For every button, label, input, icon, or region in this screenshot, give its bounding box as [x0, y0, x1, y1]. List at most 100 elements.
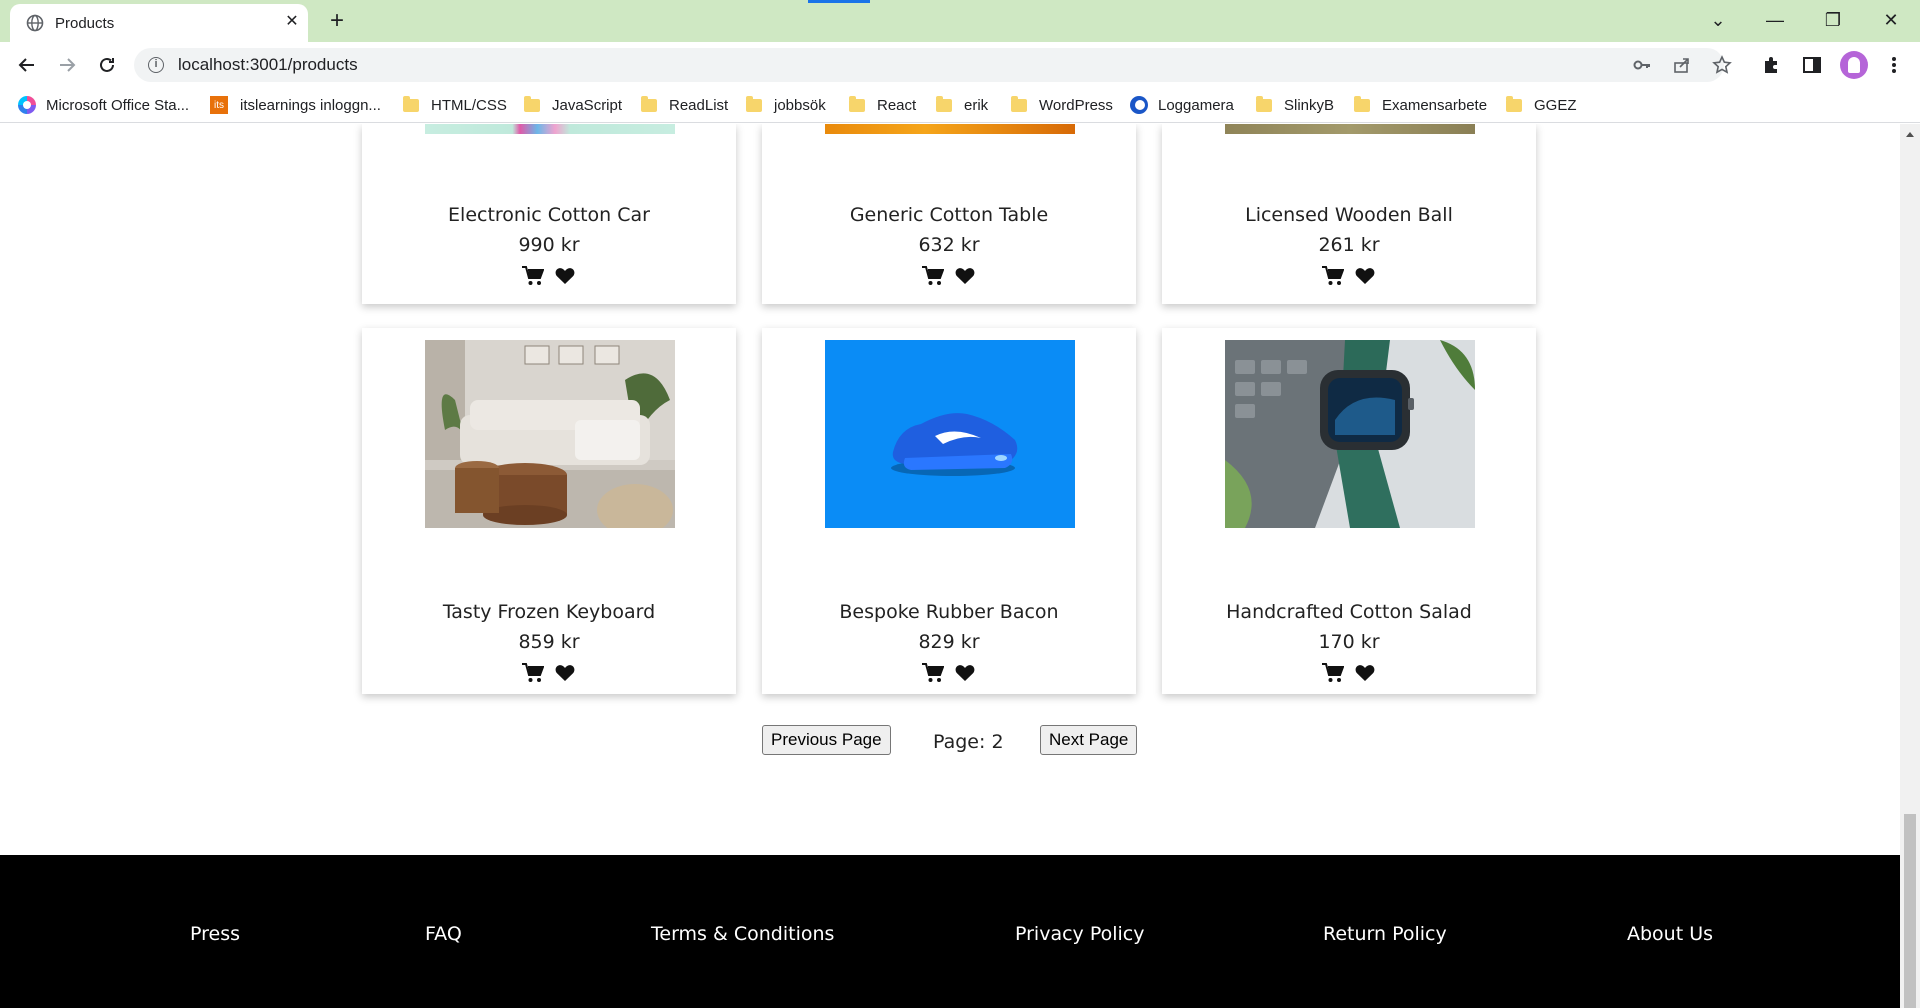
product-card[interactable]: Generic Cotton Table 632 kr [762, 124, 1136, 304]
share-icon[interactable] [1672, 55, 1692, 75]
product-name: Generic Cotton Table [849, 204, 1049, 226]
product-card[interactable]: Electronic Cotton Car 990 kr [362, 124, 736, 304]
product-actions [362, 265, 736, 287]
bookmark-folder-jobbsok[interactable]: jobbsök [746, 93, 826, 117]
folder-icon [1506, 95, 1522, 112]
bookmark-loggamera[interactable]: Loggamera [1130, 93, 1234, 117]
tab-search-icon[interactable]: ⌄ [1698, 6, 1738, 34]
favorite-heart-icon[interactable] [553, 662, 577, 684]
add-to-cart-icon[interactable] [921, 662, 945, 684]
bookmark-label: Loggamera [1158, 96, 1234, 114]
product-image[interactable] [825, 124, 1075, 134]
bookmark-label: Microsoft Office Sta... [46, 96, 190, 114]
bookmark-label: WordPress [1039, 96, 1113, 114]
scrollbar-thumb[interactable] [1904, 814, 1916, 1008]
bookmark-folder-slinkyb[interactable]: SlinkyB [1256, 93, 1334, 117]
product-card[interactable]: Tasty Frozen Keyboard 859 kr [362, 328, 736, 694]
next-page-button[interactable]: Next Page [1040, 725, 1138, 755]
profile-avatar[interactable] [1840, 51, 1868, 79]
favorite-heart-icon[interactable] [953, 265, 977, 287]
key-icon[interactable] [1632, 55, 1652, 75]
folder-icon [746, 95, 762, 112]
bookmark-microsoft-office[interactable]: Microsoft Office Sta... [18, 93, 189, 117]
new-tab-button[interactable]: + [322, 8, 352, 34]
product-image[interactable] [1225, 124, 1475, 134]
reload-icon[interactable] [92, 50, 122, 80]
microsoft-office-icon [18, 96, 36, 114]
folder-icon [936, 95, 952, 112]
add-to-cart-icon[interactable] [921, 265, 945, 287]
favorite-heart-icon[interactable] [1353, 265, 1377, 287]
product-card[interactable]: Bespoke Rubber Bacon 829 kr [762, 328, 1136, 694]
bookmark-label: GGEZ [1534, 96, 1577, 114]
favorite-heart-icon[interactable] [953, 662, 977, 684]
product-image[interactable] [825, 340, 1075, 528]
close-window-icon[interactable]: ✕ [1871, 6, 1911, 34]
url-text[interactable]: localhost:3001/products [178, 55, 358, 75]
bookmarks-bar: Microsoft Office Sta... its itslearnings… [0, 88, 1920, 123]
footer-link-about-us[interactable]: About Us [1627, 923, 1713, 945]
bookmark-folder-readlist[interactable]: ReadList [641, 93, 728, 117]
extensions-puzzle-icon[interactable] [1760, 53, 1784, 77]
product-image[interactable] [1225, 340, 1475, 528]
favorite-heart-icon[interactable] [553, 265, 577, 287]
browser-toolbar: i localhost:3001/products [0, 42, 1920, 88]
back-arrow-icon[interactable] [12, 50, 42, 80]
browser-tab-strip: Products ✕ + ⌄ — ❐ ✕ [0, 0, 1920, 42]
bookmark-folder-erik[interactable]: erik [936, 93, 988, 117]
product-actions [362, 662, 736, 684]
product-price: 990 kr [518, 234, 580, 256]
bookmark-star-icon[interactable] [1712, 55, 1732, 75]
address-bar[interactable]: i localhost:3001/products [134, 48, 1732, 82]
previous-page-button[interactable]: Previous Page [762, 725, 891, 755]
footer-link-privacy[interactable]: Privacy Policy [1015, 923, 1144, 945]
tab-loading-accent [808, 0, 870, 3]
tab-title: Products [55, 15, 115, 32]
footer-link-faq[interactable]: FAQ [425, 923, 462, 945]
footer-link-return-policy[interactable]: Return Policy [1323, 923, 1447, 945]
product-price: 170 kr [1318, 631, 1380, 653]
browser-tab-products[interactable]: Products ✕ [10, 4, 308, 42]
page-viewport: Electronic Cotton Car 990 kr Generic Cot… [0, 124, 1900, 1008]
add-to-cart-icon[interactable] [521, 662, 545, 684]
product-image[interactable] [425, 340, 675, 528]
product-actions [1162, 662, 1536, 684]
add-to-cart-icon[interactable] [1321, 265, 1345, 287]
pagination: Previous Page Page: 2 Next Page [0, 725, 1900, 757]
scroll-up-arrow-icon[interactable] [1906, 132, 1914, 137]
add-to-cart-icon[interactable] [521, 265, 545, 287]
side-panel-icon[interactable] [1800, 53, 1824, 77]
folder-icon [1256, 95, 1272, 112]
bookmark-itslearning[interactable]: its itslearnings inloggn... [210, 93, 381, 117]
folder-icon [1011, 95, 1027, 112]
product-name: Licensed Wooden Ball [1245, 204, 1453, 226]
product-card[interactable]: Handcrafted Cotton Salad 170 kr [1162, 328, 1536, 694]
its-icon: its [210, 96, 228, 114]
folder-icon [641, 95, 657, 112]
forward-arrow-icon[interactable] [52, 50, 82, 80]
page-scrollbar[interactable] [1900, 124, 1920, 1008]
bookmark-folder-javascript[interactable]: JavaScript [524, 93, 622, 117]
bookmark-folder-wordpress[interactable]: WordPress [1011, 93, 1113, 117]
product-image[interactable] [425, 124, 675, 134]
add-to-cart-icon[interactable] [1321, 662, 1345, 684]
bookmark-folder-react[interactable]: React [849, 93, 916, 117]
product-price: 859 kr [518, 631, 580, 653]
product-price: 261 kr [1318, 234, 1380, 256]
minimize-icon[interactable]: — [1755, 6, 1795, 34]
tab-close-icon[interactable]: ✕ [281, 11, 303, 33]
bookmark-folder-html-css[interactable]: HTML/CSS [403, 93, 507, 117]
product-name: Tasty Frozen Keyboard [442, 601, 656, 623]
favorite-heart-icon[interactable] [1353, 662, 1377, 684]
bookmark-label: ReadList [669, 96, 729, 114]
more-menu-icon[interactable] [1882, 53, 1906, 77]
footer-link-terms[interactable]: Terms & Conditions [651, 923, 834, 945]
restore-icon[interactable]: ❐ [1813, 6, 1853, 34]
bookmark-label: Examensarbete [1382, 96, 1488, 114]
bookmark-folder-examensarbete[interactable]: Examensarbete [1354, 93, 1487, 117]
footer-link-press[interactable]: Press [190, 923, 240, 945]
product-card[interactable]: Licensed Wooden Ball 261 kr [1162, 124, 1536, 304]
bookmark-folder-ggez[interactable]: GGEZ [1506, 93, 1577, 117]
site-info-icon[interactable]: i [148, 57, 164, 73]
loggamera-icon [1130, 96, 1148, 114]
